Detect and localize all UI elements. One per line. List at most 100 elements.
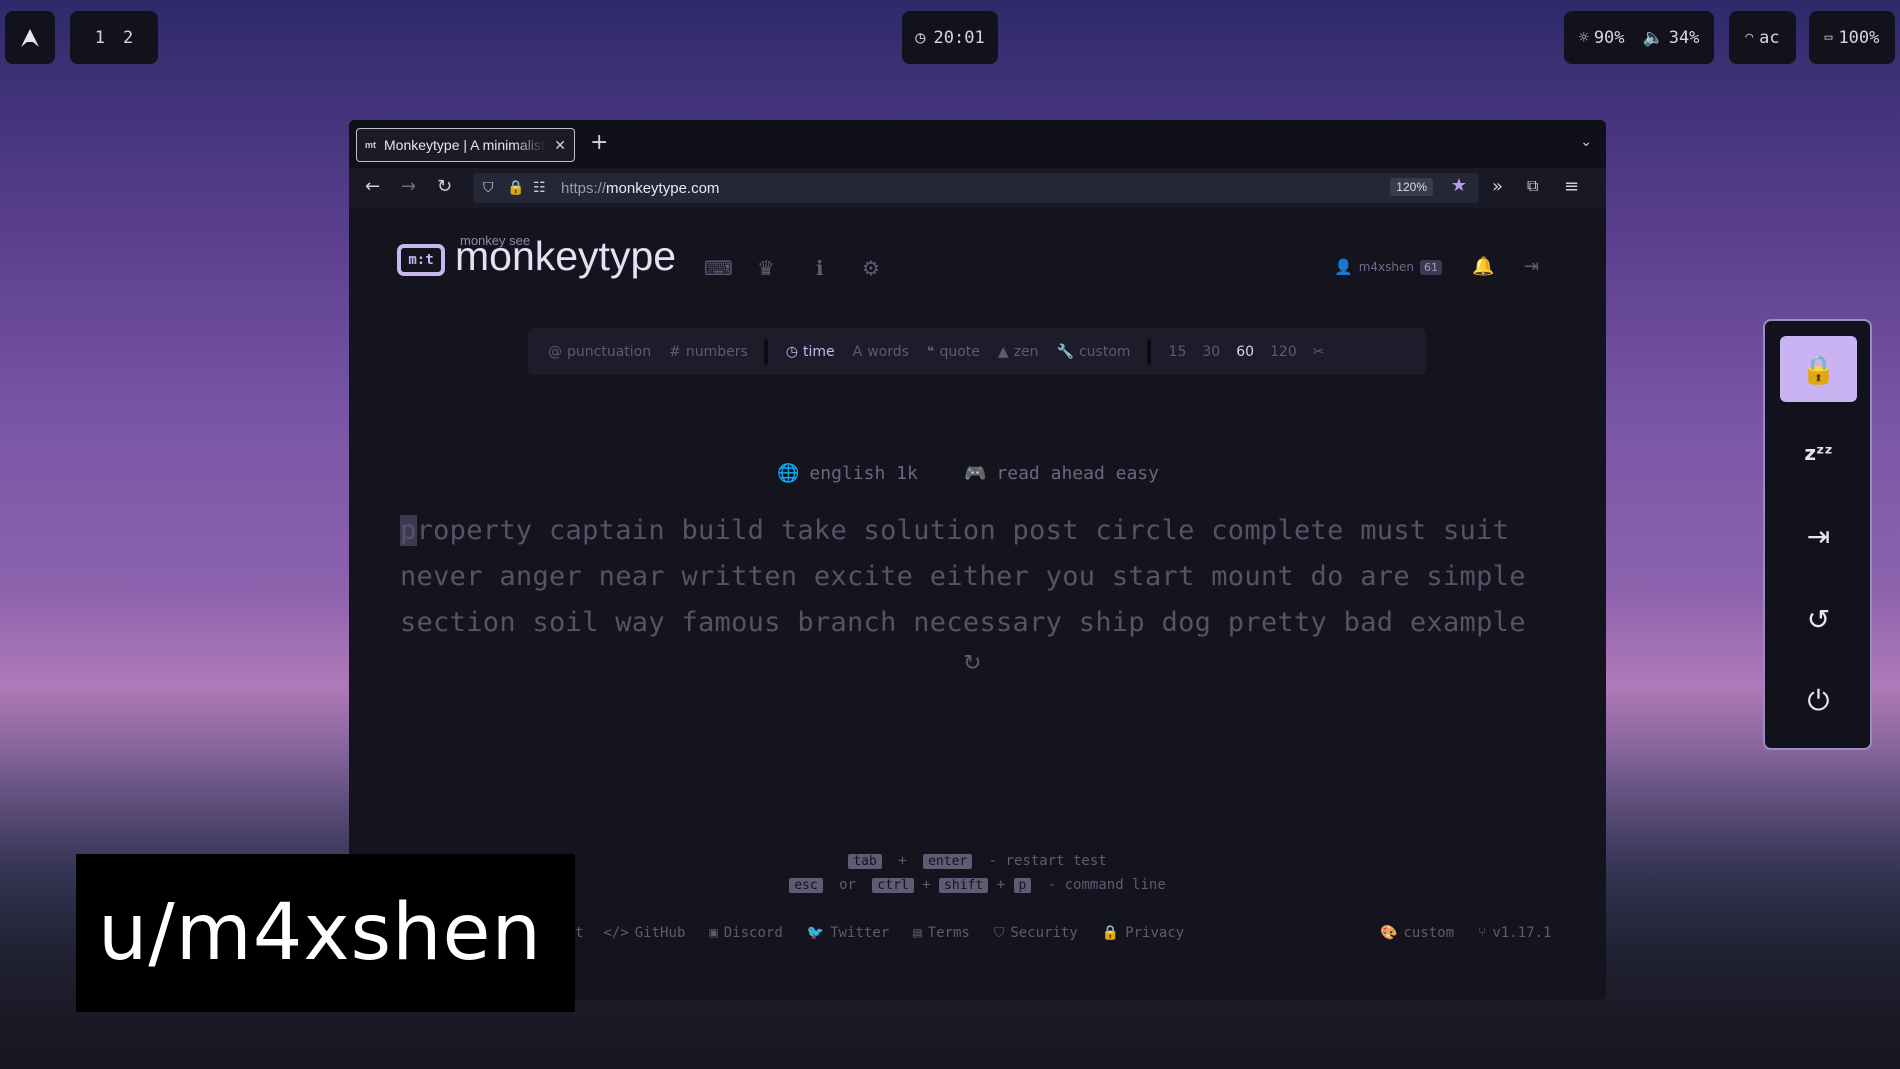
- footer-security[interactable]: Security: [1010, 925, 1077, 941]
- language-selector[interactable]: 🌐 english 1k: [777, 463, 918, 484]
- font-icon: A: [852, 343, 863, 360]
- tab-title: Monkeytype | A minimalistic: [384, 137, 547, 153]
- url-protocol: https://: [561, 179, 607, 197]
- site-subtitle: monkey see: [460, 233, 531, 248]
- lock-icon[interactable]: 🔒: [507, 179, 524, 196]
- hash-icon: #: [669, 343, 681, 360]
- hint-restart-text: - restart test: [988, 853, 1107, 869]
- words-line-1: property captain build take solution pos…: [400, 508, 1560, 554]
- keyboard-icon[interactable]: ⌨: [704, 256, 733, 280]
- mode-zen-label: zen: [1013, 343, 1039, 360]
- toggle-numbers[interactable]: # numbers: [669, 344, 748, 360]
- monkeytype-favicon-icon: mt: [365, 140, 376, 150]
- volume-value: 34%: [1668, 27, 1700, 48]
- power-menu: 🔒 zᶻᶻ ⇥ ↺ ⏻: [1763, 319, 1872, 750]
- mode-words[interactable]: A words: [853, 344, 909, 360]
- duration-15[interactable]: 15: [1169, 344, 1187, 360]
- account-button[interactable]: 👤 m4xshen 61: [1334, 258, 1442, 276]
- brightness-icon: ☼: [1578, 27, 1589, 48]
- username-watermark: u/m4xshen: [76, 854, 575, 1012]
- wrench-icon: 🔧: [1056, 343, 1074, 360]
- site-title: monkey see monkeytype: [455, 233, 676, 277]
- forward-arrow-icon[interactable]: →: [401, 176, 416, 197]
- footer-discord[interactable]: Discord: [724, 925, 783, 941]
- toggle-numbers-label: numbers: [685, 343, 748, 360]
- tools-icon[interactable]: ✂: [1313, 344, 1325, 360]
- clock-icon: ◷: [785, 343, 798, 360]
- sign-out-icon[interactable]: ⇥: [1524, 256, 1539, 277]
- footer-twitter[interactable]: Twitter: [830, 925, 889, 941]
- back-arrow-icon[interactable]: ←: [365, 176, 380, 197]
- footer-meta: 🎨 custom ⑂ v1.17.1: [1380, 925, 1551, 941]
- footer-terms[interactable]: Terms: [928, 925, 970, 941]
- lock-icon: 🔒: [1101, 925, 1120, 941]
- footer-theme[interactable]: custom: [1403, 925, 1454, 941]
- new-tab-button[interactable]: +: [590, 130, 608, 155]
- twitter-icon: 🐦: [806, 925, 825, 941]
- clock[interactable]: ◷ 20:01: [902, 11, 998, 64]
- footer-github[interactable]: GitHub: [635, 925, 686, 941]
- url-bar[interactable]: ⛉ 🔒 ☷ https:// monkeytype.com 120% ★: [473, 173, 1479, 203]
- hamburger-menu-icon[interactable]: ≡: [1564, 176, 1579, 197]
- network-status[interactable]: ◠ ac: [1729, 11, 1796, 64]
- crown-icon[interactable]: ♛: [757, 256, 775, 280]
- workspace-2[interactable]: 2: [123, 28, 133, 48]
- typing-test-words[interactable]: property captain build take solution pos…: [400, 508, 1560, 646]
- shutdown-button[interactable]: ⏻: [1780, 668, 1857, 734]
- hint-command-text: - command line: [1047, 877, 1166, 893]
- tab-monkeytype[interactable]: mt Monkeytype | A minimalistic ✕: [356, 128, 575, 162]
- gear-icon[interactable]: ⚙: [862, 256, 880, 280]
- hint-or: or: [839, 877, 856, 893]
- keyboard-logo-icon: m:t: [397, 244, 445, 276]
- footer-partial-link[interactable]: t: [575, 925, 583, 941]
- code-branch-icon: ⑂: [1478, 925, 1487, 941]
- battery-status[interactable]: ▭ 100%: [1809, 11, 1895, 64]
- zoom-level[interactable]: 120%: [1390, 178, 1433, 196]
- logout-button[interactable]: ⇥: [1780, 503, 1857, 569]
- brightness-control[interactable]: ☼ 90%: [1579, 28, 1625, 48]
- restart-icon[interactable]: ↻: [963, 651, 981, 676]
- info-icon[interactable]: ℹ: [816, 256, 824, 280]
- extensions-icon[interactable]: ⧉: [1527, 176, 1538, 196]
- workspace-1[interactable]: 1: [95, 28, 105, 48]
- toggle-punctuation[interactable]: @ punctuation: [548, 344, 651, 360]
- footer-version[interactable]: v1.17.1: [1492, 925, 1551, 941]
- mode-zen[interactable]: ▲ zen: [998, 344, 1039, 360]
- launcher-button[interactable]: [5, 11, 55, 64]
- mode-quote[interactable]: ❝ quote: [927, 344, 980, 360]
- shield-icon: ⛉: [993, 925, 1005, 941]
- funbox-indicator[interactable]: 🎮 read ahead easy: [964, 463, 1159, 484]
- duration-120[interactable]: 120: [1270, 344, 1297, 360]
- sleep-zzz-icon: zᶻᶻ: [1804, 441, 1833, 465]
- monkeytype-logo[interactable]: m:t monkey see monkeytype: [397, 233, 676, 277]
- overflow-chevrons-icon[interactable]: »: [1492, 176, 1503, 197]
- close-tab-icon[interactable]: ✕: [554, 137, 566, 154]
- power-icon: ⏻: [1807, 684, 1830, 717]
- words-line-3: section soil way famous branch necessary…: [400, 607, 1526, 638]
- duration-60[interactable]: 60: [1236, 344, 1254, 360]
- mode-time-label: time: [802, 343, 835, 360]
- reboot-icon: ↺: [1806, 602, 1831, 636]
- key-esc: esc: [789, 878, 823, 893]
- tab-list-chevron-down-icon[interactable]: ⌄: [1580, 134, 1592, 150]
- config-separator: [763, 338, 768, 365]
- volume-control[interactable]: 🔈 34%: [1643, 28, 1700, 48]
- tab-bar: mt Monkeytype | A minimalistic ✕ + ⌄: [349, 120, 1606, 168]
- duration-30[interactable]: 30: [1202, 344, 1220, 360]
- mode-custom[interactable]: 🔧 custom: [1057, 344, 1131, 360]
- reload-icon[interactable]: ↻: [437, 176, 452, 197]
- footer-privacy[interactable]: Privacy: [1125, 925, 1184, 941]
- mode-quote-label: quote: [939, 343, 980, 360]
- mode-time[interactable]: ◷ time: [786, 344, 835, 360]
- user-icon: 👤: [1334, 258, 1353, 276]
- shield-icon[interactable]: ⛉: [483, 179, 494, 196]
- lock-screen-button[interactable]: 🔒: [1780, 336, 1857, 402]
- suspend-button[interactable]: zᶻᶻ: [1780, 420, 1857, 486]
- mountain-icon: ▲: [997, 343, 1009, 360]
- site-permissions-icon[interactable]: ☷: [533, 179, 546, 196]
- reboot-button[interactable]: ↺: [1780, 586, 1857, 652]
- bell-icon[interactable]: 🔔: [1472, 256, 1494, 277]
- bookmark-star-icon[interactable]: ★: [1451, 175, 1467, 196]
- wifi-icon: ◠: [1745, 30, 1754, 45]
- clock-icon: ◷: [915, 27, 926, 48]
